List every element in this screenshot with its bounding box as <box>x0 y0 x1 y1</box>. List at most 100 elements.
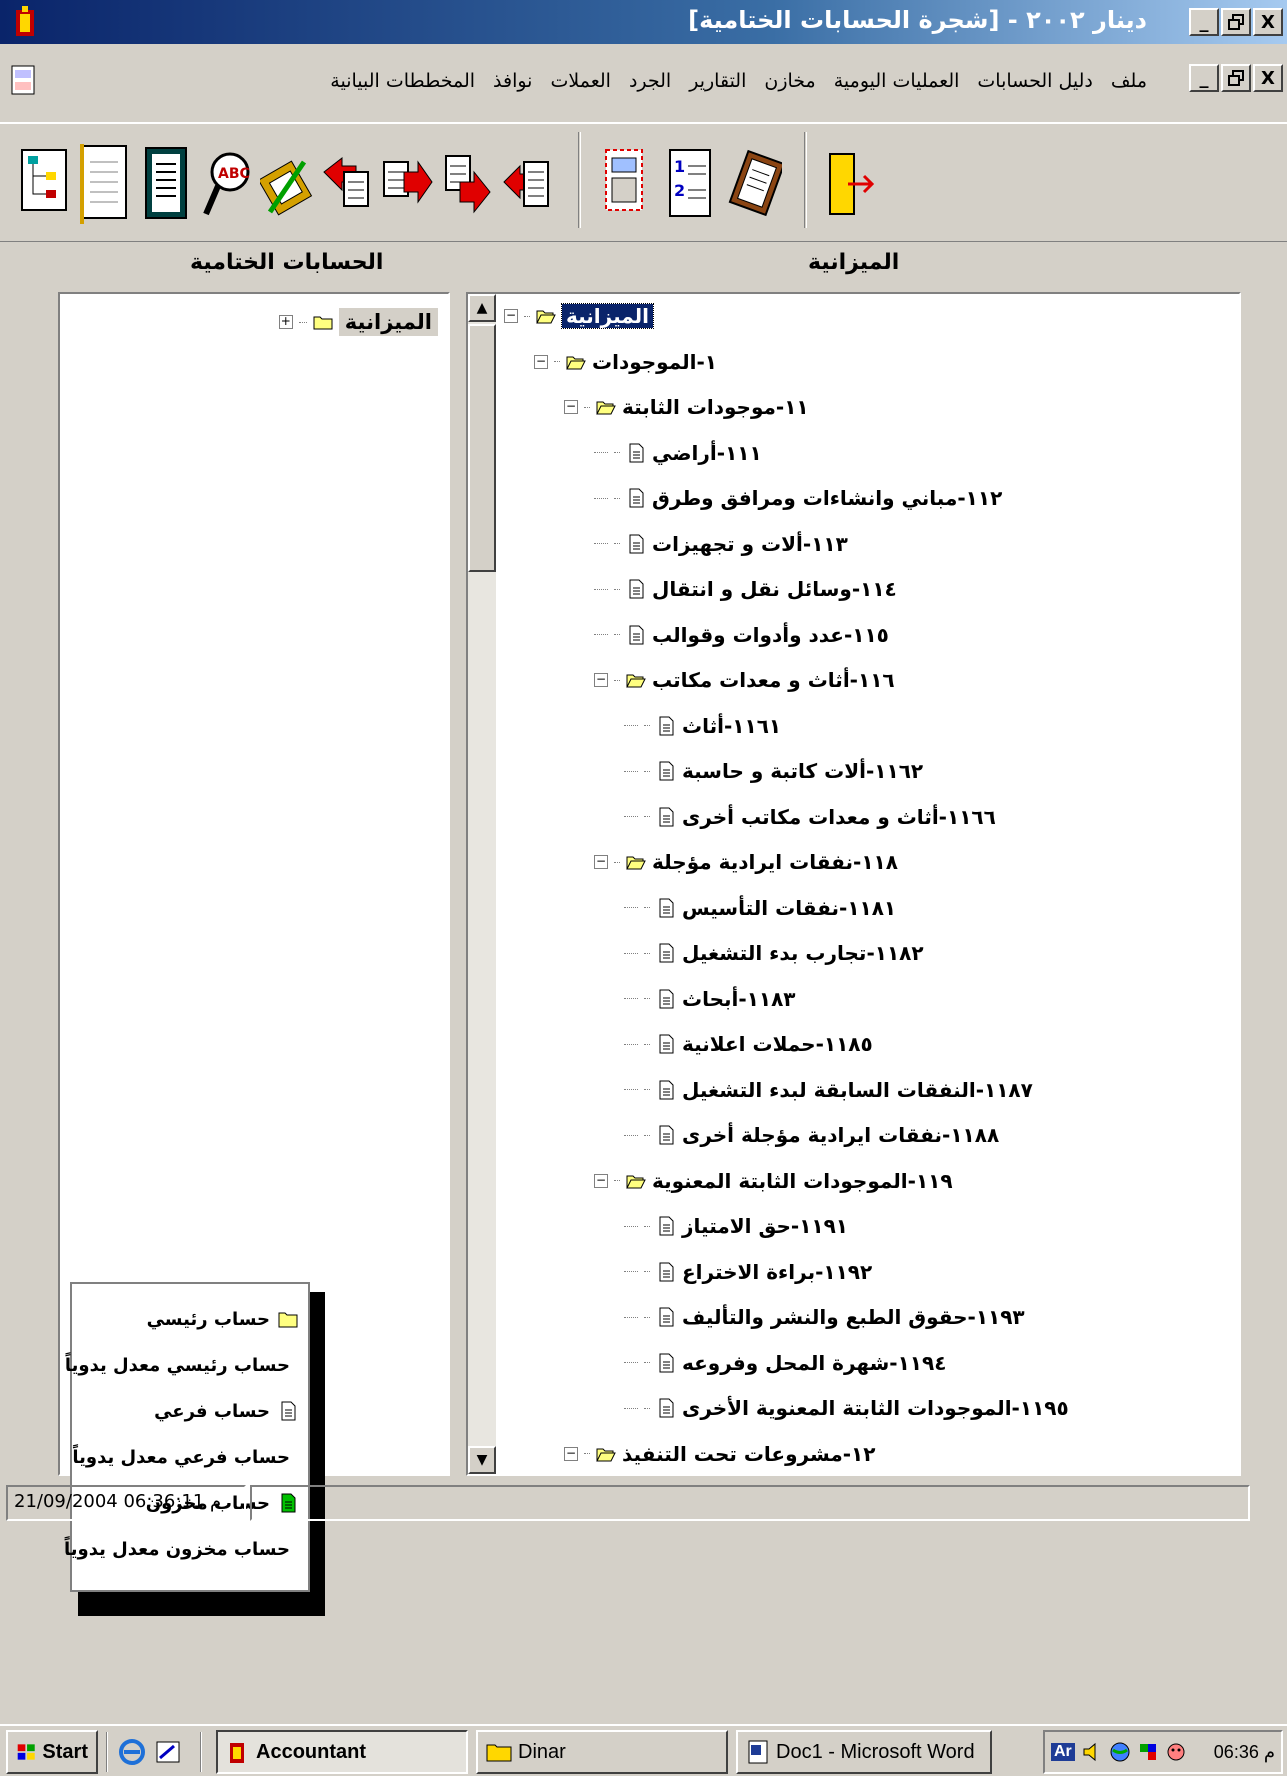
tree-node-label[interactable]: ١١٤-وسائل نقل و انتقال <box>652 577 897 601</box>
red-page-export-icon[interactable] <box>440 142 494 228</box>
messenger-icon[interactable] <box>1165 1741 1187 1763</box>
title-bar[interactable]: دينار ٢٠٠٢ - [شجرة الحسابات الختامية] X … <box>0 0 1287 44</box>
tree-node-label[interactable]: ١١٨٨-نفقات ايرادية مؤجلة أخرى <box>682 1123 999 1147</box>
doc-minimize-button[interactable]: _ <box>1189 64 1219 92</box>
left-tree-root[interactable]: الميزانية + <box>278 308 438 336</box>
menu-stores[interactable]: مخازن <box>764 70 815 92</box>
internet-explorer-icon[interactable] <box>118 1738 146 1766</box>
doc-close-button[interactable]: X <box>1253 64 1283 92</box>
tree-node-label[interactable]: ١١٩٣-حقوق الطبع والنشر والتأليف <box>682 1305 1025 1329</box>
exit-door-icon[interactable] <box>822 142 876 228</box>
tree-node-label[interactable]: ١١٨١-نفقات التأسيس <box>682 896 896 920</box>
balance-sheet-tree[interactable]: ▲ ▼ − الميزانية − ١-الموجودات − ١١-موجودات ال… <box>466 292 1241 1476</box>
tree-node-account[interactable]: ١١٨٧-النفقات السابقة لبدء التشغيل <box>624 1072 1033 1108</box>
minimize-button[interactable]: _ <box>1189 8 1219 36</box>
tree-node-account[interactable]: ١١٨٣-أبحاث <box>624 981 796 1017</box>
tree-node-account-group[interactable]: − ١٢-مشروعات تحت التنفيذ <box>564 1436 875 1472</box>
start-button[interactable]: Start <box>6 1730 98 1774</box>
tree-node-account[interactable]: ١١٩٤-شهرة المحل وفروعه <box>624 1345 946 1381</box>
tree-node-account-group[interactable]: − ١-الموجودات <box>534 344 717 380</box>
left-root-label[interactable]: الميزانية <box>338 308 438 336</box>
scroll-thumb[interactable] <box>468 324 496 572</box>
tree-node-account[interactable]: ١١٦٦-أثاث و معدات مكاتب أخرى <box>624 799 996 835</box>
collapse-toggle[interactable]: − <box>594 1173 608 1188</box>
tree-node-label[interactable]: ١١١-أراضي <box>652 441 762 465</box>
tree-node-account[interactable]: ١١٣-ألات و تجهيزات <box>594 526 848 562</box>
tree-node-label[interactable]: ١١٥-عدد وأدوات وقوالب <box>652 623 889 647</box>
tree-node-account[interactable]: ١١٢-مباني وانشاءات ومرافق وطرق <box>594 480 1002 516</box>
tree-diagram-icon[interactable] <box>18 142 72 228</box>
tree-node-account[interactable]: ١١٥-عدد وأدوات وقوالب <box>594 617 889 653</box>
tree-node-account-group[interactable]: − ١١٨-نفقات ايرادية مؤجلة <box>594 844 898 880</box>
tree-node-label[interactable]: ١١٦٦-أثاث و معدات مكاتب أخرى <box>682 805 996 829</box>
document-icon[interactable] <box>10 64 38 98</box>
tree-node-account[interactable]: ١١٩١-حق الامتياز <box>624 1208 848 1244</box>
menu-daily-operations[interactable]: العمليات اليومية <box>834 70 960 92</box>
numbered-list-icon[interactable]: 1 2 <box>664 142 718 228</box>
report-preview-icon[interactable] <box>600 142 654 228</box>
task-accountant[interactable]: Accountant <box>216 1730 468 1774</box>
menu-currencies[interactable]: العملات <box>550 70 610 92</box>
tree-node-label[interactable]: ١١٩٢-براءة الاختراع <box>682 1260 872 1284</box>
outlook-express-icon[interactable] <box>154 1738 182 1766</box>
tree-node-label[interactable]: ١١٨٣-أبحاث <box>682 987 796 1011</box>
green-book-icon[interactable] <box>140 142 194 228</box>
spell-check-icon[interactable]: ABC <box>200 142 254 228</box>
tree-node-label[interactable]: ١١-موجودات الثابتة <box>622 395 809 419</box>
tree-node-account[interactable]: ١١٩٣-حقوق الطبع والنشر والتأليف <box>624 1299 1025 1335</box>
language-indicator[interactable]: Ar <box>1051 1743 1075 1761</box>
tree-node-account[interactable]: ١١١-أراضي <box>594 435 762 471</box>
tree-node-label[interactable]: ١١٩٥-الموجودات الثابتة المعنوية الأخرى <box>682 1396 1069 1420</box>
tree-node-account-group[interactable]: − ١١٦-أثاث و معدات مكاتب <box>594 662 895 698</box>
blank-page-icon[interactable] <box>78 142 132 228</box>
tree-node-label[interactable]: ١١٨٧-النفقات السابقة لبدء التشغيل <box>682 1078 1033 1102</box>
tree-node-account[interactable]: ١١٨١-نفقات التأسيس <box>624 890 896 926</box>
tree-node-account[interactable]: ١١٩٢-براءة الاختراع <box>624 1254 872 1290</box>
expand-toggle[interactable]: + <box>278 315 293 329</box>
tree-node-label[interactable]: ١١٦٢-ألات كاتبة و حاسبة <box>682 759 923 783</box>
tree-node-label[interactable]: ١١٦١-أثاث <box>682 714 781 738</box>
tree-node-account[interactable]: ١١٤-وسائل نقل و انتقال <box>594 571 897 607</box>
tree-node-label[interactable]: ١١٢-مباني وانشاءات ومرافق وطرق <box>652 486 1002 510</box>
tree-node-account-group[interactable]: − ١١-موجودات الثابتة <box>564 389 809 425</box>
network-icon[interactable] <box>1137 1741 1159 1763</box>
tree-node-account[interactable]: ١١٨٢-تجارب بدء التشغيل <box>624 935 924 971</box>
tree-node-label[interactable]: ١١٨٥-حملات اعلانية <box>682 1032 873 1056</box>
scroll-down-button[interactable]: ▼ <box>468 1446 496 1474</box>
vertical-scrollbar[interactable]: ▲ ▼ <box>468 294 496 1474</box>
tree-node-label[interactable]: ١١٨-نفقات ايرادية مؤجلة <box>652 850 898 874</box>
red-page-import-icon[interactable] <box>500 142 554 228</box>
close-button[interactable]: X <box>1253 8 1283 36</box>
tree-node-account[interactable]: ١١٨٥-حملات اعلانية <box>624 1026 873 1062</box>
tree-node-label[interactable]: الميزانية <box>560 303 655 329</box>
menu-reports[interactable]: التقارير <box>689 70 746 92</box>
tree-node-label[interactable]: ١١٨٢-تجارب بدء التشغيل <box>682 941 924 965</box>
collapse-toggle[interactable]: − <box>564 400 578 414</box>
tree-node-label[interactable]: ١-الموجودات <box>592 350 717 374</box>
task-dinar[interactable]: Dinar <box>476 1730 728 1774</box>
menu-windows[interactable]: نوافذ <box>493 70 532 92</box>
collapse-toggle[interactable]: − <box>534 354 548 369</box>
tree-node-label[interactable]: ١١٣-ألات و تجهيزات <box>652 532 848 556</box>
doc-restore-button[interactable] <box>1221 64 1251 92</box>
globe-icon[interactable] <box>1109 1741 1131 1763</box>
collapse-toggle[interactable]: − <box>504 309 518 323</box>
scroll-up-button[interactable]: ▲ <box>468 294 496 322</box>
menu-file[interactable]: ملف <box>1111 70 1147 92</box>
collapse-toggle[interactable]: − <box>594 673 608 687</box>
red-arrow-page-icon[interactable] <box>380 142 434 228</box>
menu-chart-of-accounts[interactable]: دليل الحسابات <box>977 70 1092 92</box>
speaker-icon[interactable] <box>1081 1741 1103 1763</box>
tree-node-account[interactable]: ١١٩٥-الموجودات الثابتة المعنوية الأخرى <box>624 1390 1069 1426</box>
menu-charts[interactable]: المخططات البيانية <box>330 70 475 92</box>
tree-node-label[interactable]: ١١٦-أثاث و معدات مكاتب <box>652 668 895 692</box>
tree-node-account[interactable]: ١١٦٢-ألات كاتبة و حاسبة <box>624 753 923 789</box>
red-page-left-icon[interactable] <box>320 142 374 228</box>
tree-node-account[interactable]: ١١٦١-أثاث <box>624 708 781 744</box>
collapse-toggle[interactable]: − <box>564 1446 578 1461</box>
tree-node-label[interactable]: ١١٩٤-شهرة المحل وفروعه <box>682 1351 946 1375</box>
pencil-edit-icon[interactable] <box>260 142 314 228</box>
tree-node-label[interactable]: ١١٩-الموجودات الثابتة المعنوية <box>652 1169 953 1193</box>
menu-inventory[interactable]: الجرد <box>629 70 671 92</box>
tree-node-account[interactable]: ١١٨٨-نفقات ايرادية مؤجلة أخرى <box>624 1117 999 1153</box>
